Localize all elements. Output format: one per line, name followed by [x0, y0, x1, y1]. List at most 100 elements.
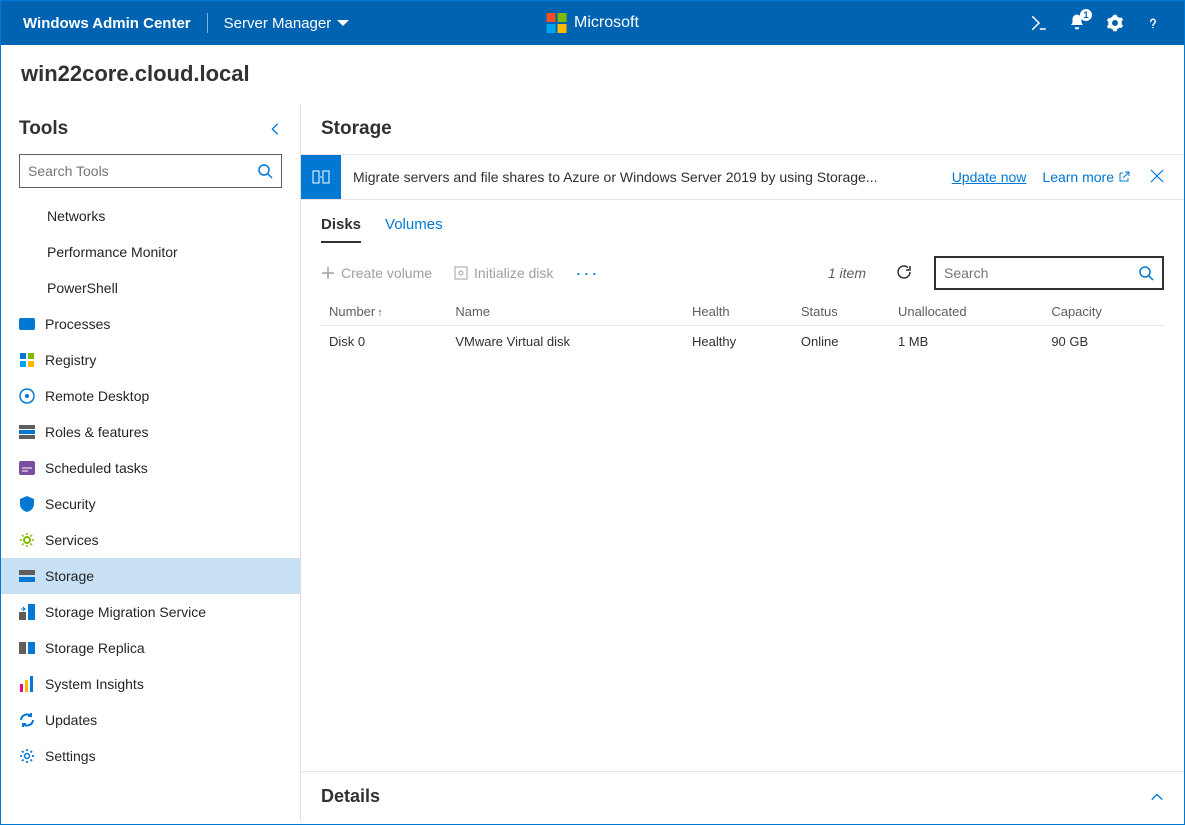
sidebar-item-label: Settings	[45, 748, 96, 764]
command-bar: Create volume Initialize disk ··· 1 item	[301, 244, 1184, 298]
sidebar-item-label: Storage Replica	[45, 640, 145, 656]
shield-icon	[19, 496, 35, 512]
tools-heading: Tools	[19, 118, 68, 140]
storage-icon	[19, 568, 35, 584]
notifications-button[interactable]: 1	[1068, 13, 1086, 34]
banner-learn-more-link[interactable]: Learn more	[1042, 169, 1130, 185]
sidebar-item-storage-migration[interactable]: Storage Migration Service	[1, 594, 300, 630]
collapse-sidebar-icon[interactable]	[268, 122, 282, 136]
tools-search-box[interactable]	[19, 154, 282, 188]
details-title: Details	[321, 786, 380, 807]
sidebar-item-networks[interactable]: Networks	[1, 198, 300, 234]
sidebar-item-label: Networks	[47, 208, 105, 224]
sidebar-item-storage[interactable]: Storage	[1, 558, 300, 594]
sidebar-item-updates[interactable]: Updates	[1, 702, 300, 738]
sidebar-item-powershell[interactable]: PowerShell	[1, 270, 300, 306]
top-bar: Windows Admin Center Server Manager Micr…	[1, 1, 1184, 45]
tools-list[interactable]: Networks Performance Monitor PowerShell …	[1, 198, 300, 821]
storage-replica-icon	[19, 640, 35, 656]
sidebar-item-label: Roles & features	[45, 424, 149, 440]
sidebar-item-label: PowerShell	[47, 280, 118, 296]
disks-table: Number↑ Name Health Status Unallocated C…	[301, 298, 1184, 771]
table-header-row: Number↑ Name Health Status Unallocated C…	[321, 298, 1164, 326]
sidebar-item-system-insights[interactable]: System Insights	[1, 666, 300, 702]
column-number[interactable]: Number↑	[321, 298, 447, 326]
tools-sidebar: Tools Networks Performance Monitor Power…	[1, 104, 301, 821]
notification-badge: 1	[1080, 9, 1092, 21]
chevron-up-icon	[1150, 790, 1164, 804]
refresh-button[interactable]	[896, 264, 912, 283]
cell-unallocated: 1 MB	[890, 326, 1043, 358]
services-icon	[19, 532, 35, 548]
app-title[interactable]: Windows Admin Center	[13, 15, 201, 32]
sidebar-item-label: Performance Monitor	[47, 244, 178, 260]
disk-search-input[interactable]	[944, 265, 1138, 281]
sidebar-item-label: Processes	[45, 316, 110, 332]
updates-icon	[19, 712, 35, 728]
tools-search-input[interactable]	[28, 163, 257, 179]
cell-name: VMware Virtual disk	[447, 326, 684, 358]
column-unallocated[interactable]: Unallocated	[890, 298, 1043, 326]
gear-icon	[19, 748, 35, 764]
microsoft-logo-icon	[546, 13, 566, 33]
external-link-icon	[1118, 171, 1130, 183]
remote-desktop-icon	[19, 388, 35, 404]
sidebar-item-roles-features[interactable]: Roles & features	[1, 414, 300, 450]
main-content: Storage Migrate servers and file shares …	[301, 104, 1184, 821]
sidebar-item-remote-desktop[interactable]: Remote Desktop	[1, 378, 300, 414]
banner-text: Migrate servers and file shares to Azure…	[341, 169, 952, 185]
sidebar-item-label: Remote Desktop	[45, 388, 149, 404]
details-panel-header[interactable]: Details	[301, 771, 1184, 821]
help-icon[interactable]	[1144, 14, 1162, 32]
create-volume-button[interactable]: Create volume	[321, 265, 432, 281]
settings-icon[interactable]	[1106, 14, 1124, 32]
tabs: Disks Volumes	[301, 200, 1184, 244]
context-dropdown[interactable]: Server Manager	[214, 15, 360, 32]
tab-volumes[interactable]: Volumes	[385, 210, 443, 243]
sidebar-item-scheduled-tasks[interactable]: Scheduled tasks	[1, 450, 300, 486]
powershell-icon[interactable]	[1030, 14, 1048, 32]
learn-more-label: Learn more	[1042, 169, 1114, 185]
cell-status: Online	[793, 326, 890, 358]
create-volume-label: Create volume	[341, 265, 432, 281]
storage-migration-icon	[19, 604, 35, 620]
divider	[207, 13, 208, 33]
banner-close-button[interactable]	[1146, 169, 1168, 186]
sidebar-item-label: Registry	[45, 352, 96, 368]
search-icon	[257, 163, 273, 179]
sidebar-item-label: System Insights	[45, 676, 144, 692]
disk-search-box[interactable]	[934, 256, 1164, 290]
column-name[interactable]: Name	[447, 298, 684, 326]
sidebar-item-label: Storage	[45, 568, 94, 584]
sidebar-item-storage-replica[interactable]: Storage Replica	[1, 630, 300, 666]
sidebar-item-registry[interactable]: Registry	[1, 342, 300, 378]
tab-disks[interactable]: Disks	[321, 210, 361, 243]
column-status[interactable]: Status	[793, 298, 890, 326]
cell-health: Healthy	[684, 326, 793, 358]
scheduled-tasks-icon	[19, 460, 35, 476]
info-banner: Migrate servers and file shares to Azure…	[301, 154, 1184, 200]
server-name-heading: win22core.cloud.local	[1, 45, 1184, 104]
context-label: Server Manager	[224, 15, 332, 32]
table-row[interactable]: Disk 0 VMware Virtual disk Healthy Onlin…	[321, 326, 1164, 358]
sidebar-item-performance-monitor[interactable]: Performance Monitor	[1, 234, 300, 270]
initialize-disk-button[interactable]: Initialize disk	[454, 265, 553, 281]
refresh-icon	[896, 264, 912, 280]
insights-icon	[19, 676, 35, 692]
sidebar-item-label: Security	[45, 496, 96, 512]
sidebar-item-security[interactable]: Security	[1, 486, 300, 522]
more-commands-button[interactable]: ···	[575, 263, 599, 284]
column-capacity[interactable]: Capacity	[1043, 298, 1164, 326]
cell-capacity: 90 GB	[1043, 326, 1164, 358]
banner-icon	[301, 155, 341, 199]
page-title: Storage	[301, 118, 1184, 154]
sidebar-item-settings[interactable]: Settings	[1, 738, 300, 774]
roles-features-icon	[19, 424, 35, 440]
topbar-actions: 1	[1030, 13, 1172, 34]
banner-update-link[interactable]: Update now	[952, 169, 1027, 185]
sidebar-item-services[interactable]: Services	[1, 522, 300, 558]
cell-number: Disk 0	[321, 326, 447, 358]
plus-icon	[321, 266, 335, 280]
sidebar-item-processes[interactable]: Processes	[1, 306, 300, 342]
column-health[interactable]: Health	[684, 298, 793, 326]
